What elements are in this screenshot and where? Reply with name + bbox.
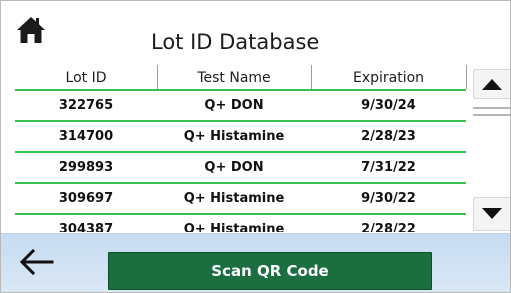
lot-table[interactable]: 322765 Q+ DON 9/30/24 314700 Q+ Histamin…	[15, 89, 466, 232]
expiration-cell: 9/30/22	[361, 191, 416, 206]
page-title: Lot ID Database	[151, 30, 320, 54]
scroll-track-line[interactable]	[473, 107, 510, 109]
expiration-cell: 9/30/24	[361, 98, 416, 113]
column-header-test-name: Test Name	[197, 70, 271, 86]
column-divider	[466, 65, 467, 89]
expiration-cell: 7/31/22	[361, 160, 416, 175]
test-name-cell: Q+ DON	[204, 98, 264, 113]
home-icon	[17, 17, 45, 43]
scroll-track-line[interactable]	[473, 114, 510, 116]
column-header-expiration: Expiration	[352, 70, 425, 86]
table-row[interactable]: 314700 Q+ Histamine 2/28/23	[15, 120, 466, 151]
table-row[interactable]: 309697 Q+ Histamine 9/30/22	[15, 182, 466, 213]
table-row[interactable]: 322765 Q+ DON 9/30/24	[15, 89, 466, 120]
arrow-left-icon	[19, 248, 54, 276]
lot-id-cell: 314700	[58, 129, 114, 144]
table-row[interactable]: 299893 Q+ DON 7/31/22	[15, 151, 466, 182]
triangle-down-icon	[482, 208, 502, 219]
lot-id-cell: 304387	[58, 222, 114, 232]
test-name-cell: Q+ Histamine	[183, 191, 285, 206]
lot-id-cell: 299893	[58, 160, 114, 175]
scroll-up-button[interactable]	[473, 69, 510, 99]
lot-id-database-screen: Lot ID Database Lot ID Test Name Expirat…	[0, 0, 511, 293]
scan-qr-code-button[interactable]: Scan QR Code	[108, 252, 432, 290]
test-name-cell: Q+ Histamine	[183, 222, 285, 232]
lot-id-cell: 309697	[58, 191, 114, 206]
expiration-cell: 2/28/22	[361, 222, 416, 232]
column-header-lot-id: Lot ID	[65, 70, 107, 86]
table-row[interactable]: 304387 Q+ Histamine 2/28/22	[15, 213, 466, 232]
test-name-cell: Q+ DON	[204, 160, 264, 175]
test-name-cell: Q+ Histamine	[183, 129, 285, 144]
scroll-down-button[interactable]	[473, 197, 510, 231]
lot-id-cell: 322765	[58, 98, 114, 113]
expiration-cell: 2/28/23	[361, 129, 416, 144]
bottom-toolbar: Scan QR Code	[1, 233, 510, 292]
back-button[interactable]	[19, 248, 55, 276]
triangle-up-icon	[482, 79, 502, 90]
home-button[interactable]	[15, 15, 47, 45]
